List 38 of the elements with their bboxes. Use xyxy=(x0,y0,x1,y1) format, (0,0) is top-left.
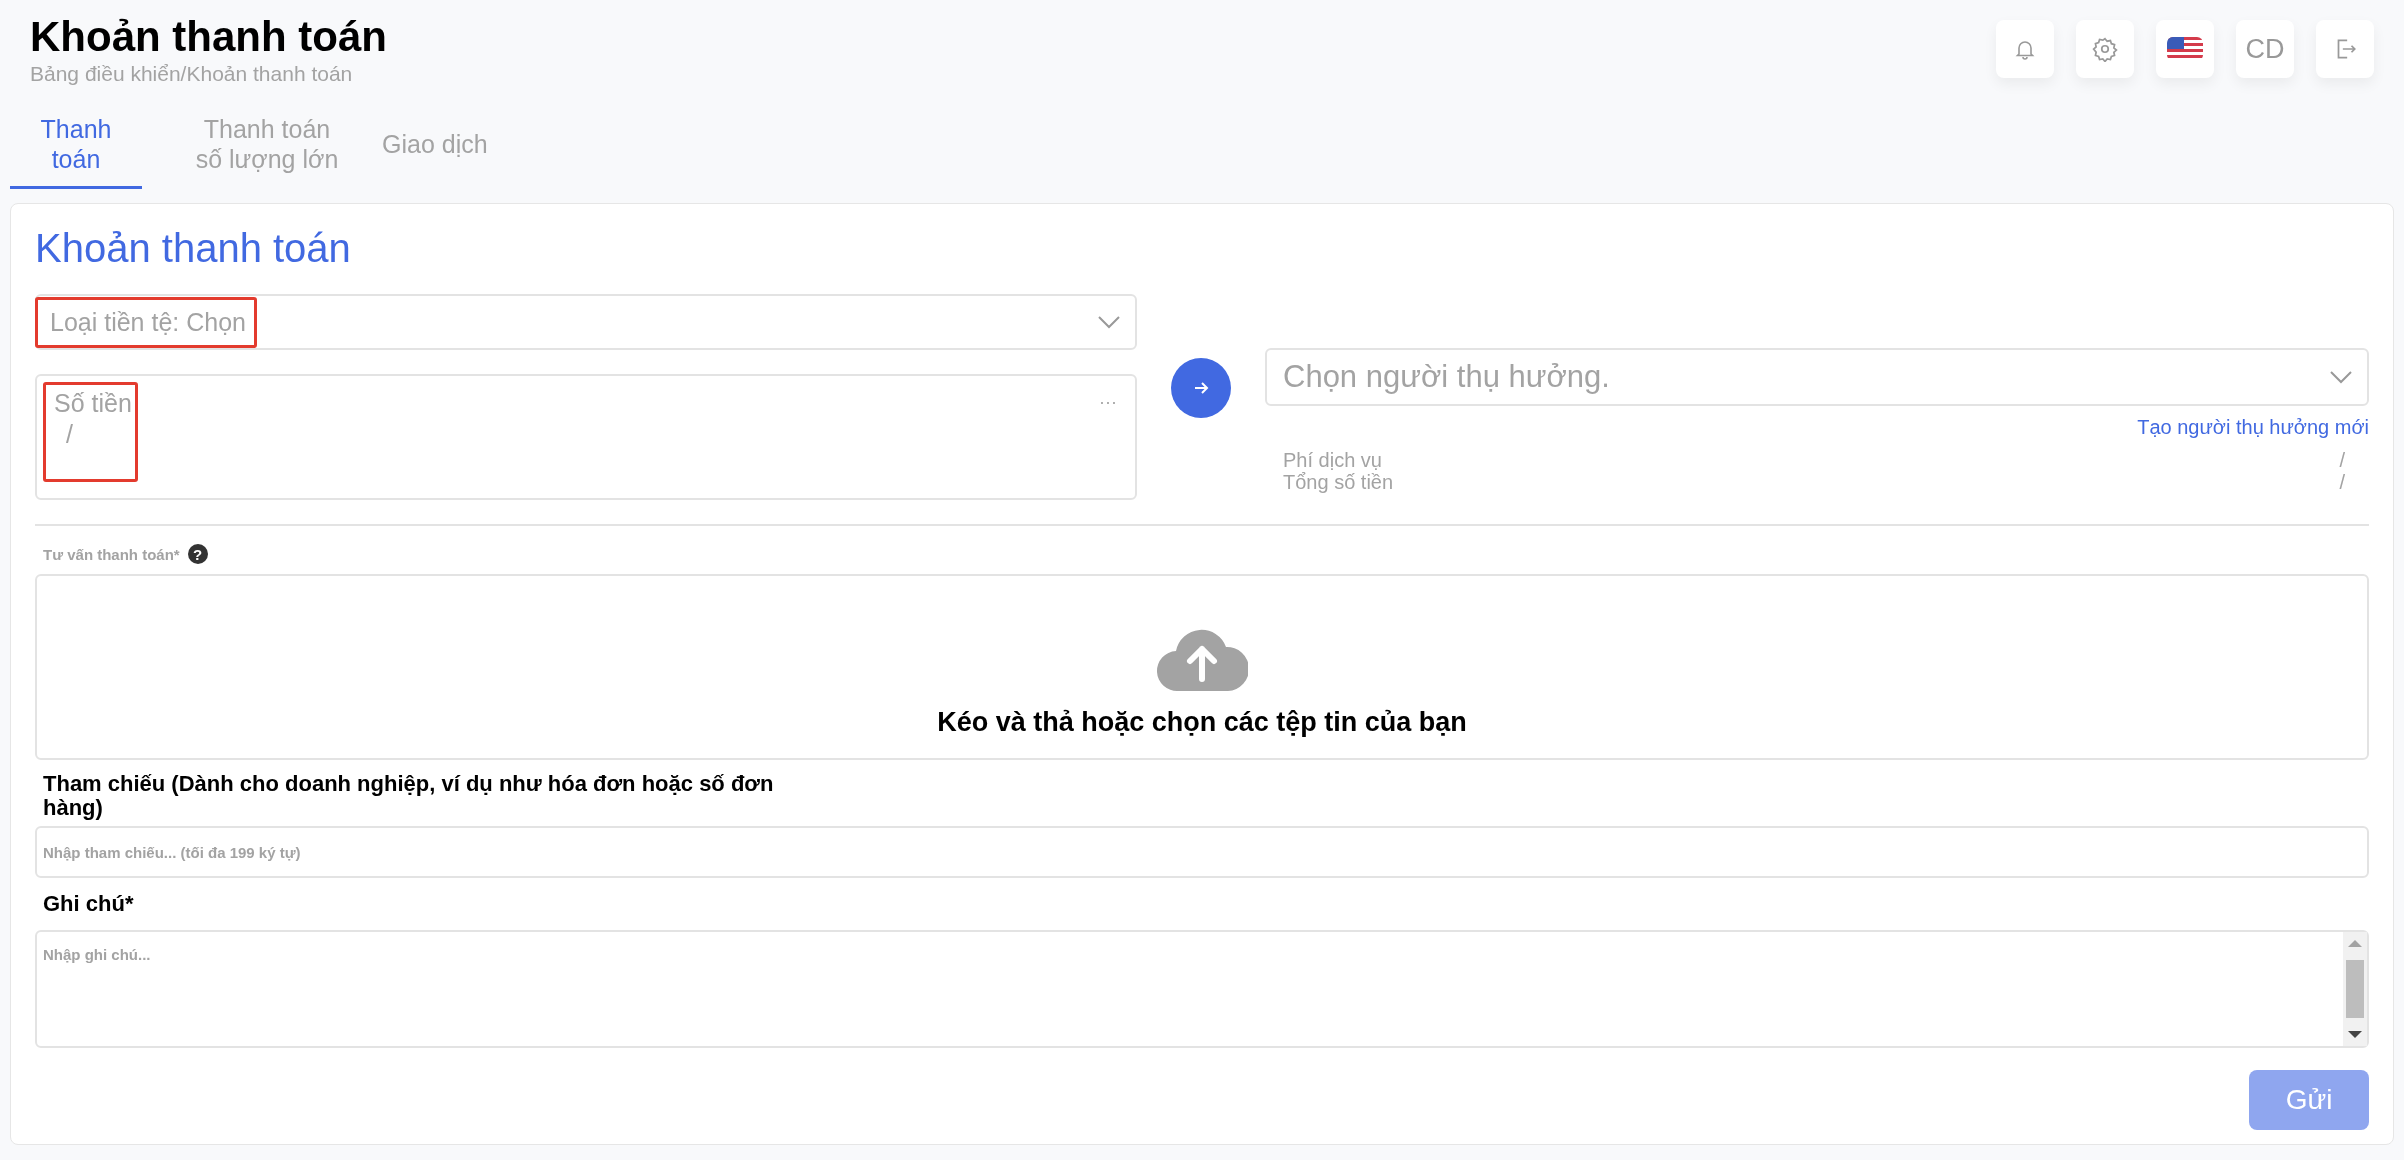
page-title: Khoản thanh toán xyxy=(30,14,387,60)
help-icon[interactable]: ? xyxy=(187,544,208,564)
next-button[interactable] xyxy=(1171,358,1231,418)
currency-select-value: Loại tiền tệ: Chọn xyxy=(35,296,257,348)
reference-label: Tham chiếu (Dành cho doanh nghiệp, ví dụ như hóa đơn hoặc số đơn hàng) xyxy=(43,772,775,820)
beneficiary-select[interactable]: Chọn người thụ hưởng. xyxy=(1265,348,2369,406)
new-beneficiary-link[interactable]: Tạo người thụ hưởng mới xyxy=(2137,416,2369,439)
amount-field[interactable]: Số tiền / ··· xyxy=(35,374,1137,500)
language-button[interactable] xyxy=(2156,20,2214,78)
tab[interactable]: Giao dịch xyxy=(372,108,498,189)
card-title: Khoản thanh toán xyxy=(35,225,352,272)
chevron-down-icon xyxy=(1097,315,1121,329)
profile-button[interactable]: CD xyxy=(2236,20,2294,78)
note-label: Ghi chú* xyxy=(43,892,135,916)
summary-value: / xyxy=(2339,449,2345,471)
flag-icon xyxy=(2167,37,2203,61)
breadcrumb: Bảng điều khiển/Khoản thanh toán xyxy=(30,62,354,86)
reference-input[interactable]: Nhập tham chiếu... (tối đa 199 ký tự) xyxy=(35,826,2369,878)
currency-select[interactable]: Loại tiền tệ: Chọn xyxy=(35,294,1137,350)
upload-label: Tư vấn thanh toán* xyxy=(43,545,180,563)
settings-button[interactable] xyxy=(2076,20,2134,78)
tab[interactable]: Thanh toán xyxy=(10,108,142,189)
summary-label: Phí dịch vụ xyxy=(1283,449,1382,471)
amount-label: Số tiền xyxy=(54,389,133,418)
tab[interactable]: Thanh toán số lượng lớn xyxy=(182,108,352,189)
settings-icon xyxy=(2092,36,2118,62)
chevron-down-icon xyxy=(2329,370,2353,384)
scrollbar[interactable] xyxy=(2343,932,2367,1046)
notifications-button[interactable] xyxy=(1996,20,2054,78)
drop-prompt: Kéo và thả hoặc chọn các tệp tin của bạn xyxy=(937,707,1467,738)
summary-label: Tổng số tiền xyxy=(1283,471,1394,493)
beneficiary-placeholder: Chọn người thụ hưởng. xyxy=(1282,359,1610,395)
note-textarea[interactable]: Nhập ghi chú... xyxy=(35,930,2369,1048)
summary-value: / xyxy=(2339,471,2345,493)
more-menu[interactable]: ··· xyxy=(1099,392,1117,498)
file-drop-zone[interactable]: Kéo và thả hoặc chọn các tệp tin của bạn xyxy=(35,574,2369,760)
amount-value: / xyxy=(65,420,74,449)
logout-button[interactable] xyxy=(2316,20,2374,78)
